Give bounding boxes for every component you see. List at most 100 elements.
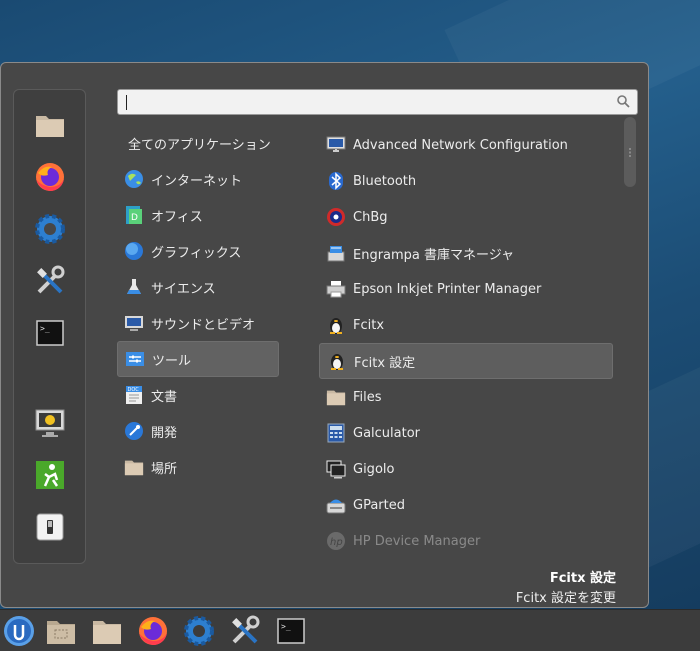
- calculator-icon: [326, 423, 346, 443]
- app-bluetooth[interactable]: Bluetooth: [319, 163, 613, 199]
- printer-icon: [326, 279, 346, 299]
- firefox-icon: [139, 617, 167, 645]
- app-galculator[interactable]: Galculator: [319, 415, 613, 451]
- search-icon: [617, 95, 630, 108]
- app-gigolo[interactable]: Gigolo: [319, 451, 613, 487]
- firefox-icon: [36, 163, 64, 191]
- app-label: ChBg: [353, 209, 388, 225]
- app-label: Fcitx: [353, 317, 385, 333]
- logout-icon: [36, 461, 64, 489]
- folder-icon: [326, 387, 346, 407]
- app-list-scrollbar[interactable]: [623, 115, 637, 565]
- panel-tools[interactable]: [228, 614, 262, 648]
- app-label: Engrampa 書庫マネージャ: [353, 247, 515, 263]
- app-gparted[interactable]: GParted: [319, 487, 613, 523]
- app-engrampa[interactable]: Engrampa 書庫マネージャ: [319, 235, 613, 271]
- selected-app-name: Fcitx 設定: [549, 571, 616, 586]
- app-label: GParted: [353, 497, 405, 513]
- category-office[interactable]: D オフィス: [117, 197, 279, 233]
- app-chbg[interactable]: ChBg: [319, 199, 613, 235]
- app-label: HP Device Manager: [353, 533, 481, 549]
- category-label: サウンドとビデオ: [151, 317, 256, 333]
- settings-gear-icon: [35, 214, 65, 244]
- bottom-panel: >_: [0, 609, 700, 651]
- penguin-icon: [326, 315, 346, 335]
- category-development[interactable]: 開発: [117, 413, 279, 449]
- gigolo-icon: [326, 459, 346, 479]
- fav-tools[interactable]: [31, 262, 69, 300]
- app-advanced-network-configuration[interactable]: Advanced Network Configuration: [319, 127, 613, 163]
- document-icon: DOC: [124, 385, 144, 405]
- show-desktop-icon: [47, 621, 75, 644]
- archive-icon: [326, 243, 346, 263]
- app-label: Galculator: [353, 425, 421, 441]
- panel-firefox[interactable]: [136, 614, 170, 648]
- category-documents[interactable]: DOC 文書: [117, 377, 279, 413]
- category-list: 全てのアプリケーション インターネット D オフィス グラフィックス サイエンス…: [117, 125, 279, 485]
- penguin-icon: [327, 351, 347, 371]
- category-label: グラフィックス: [151, 245, 242, 261]
- category-places[interactable]: 場所: [117, 449, 279, 485]
- development-icon: [124, 421, 144, 441]
- category-tools[interactable]: ツール: [117, 341, 279, 377]
- app-hp-device-manager[interactable]: hp HP Device Manager: [319, 523, 613, 559]
- app-fcitx[interactable]: Fcitx: [319, 307, 613, 343]
- app-files[interactable]: Files: [319, 379, 613, 415]
- folder-icon: [124, 457, 144, 477]
- category-label: 場所: [151, 461, 178, 477]
- category-label: 全てのアプリケーション: [128, 137, 271, 153]
- menu-button[interactable]: [2, 614, 36, 648]
- app-label: Gigolo: [353, 461, 395, 477]
- fav-lock-screen[interactable]: [31, 404, 69, 442]
- application-list: Advanced Network Configuration Bluetooth…: [319, 127, 613, 559]
- tools-icon: [125, 349, 145, 369]
- bluetooth-icon: [326, 171, 346, 191]
- science-icon: [124, 277, 144, 297]
- panel-terminal[interactable]: >_: [274, 614, 308, 648]
- fav-logout[interactable]: [31, 456, 69, 494]
- search-input[interactable]: [117, 89, 638, 115]
- multimedia-icon: [124, 313, 144, 333]
- selected-app-description: Fcitx 設定を変更: [515, 591, 616, 606]
- category-multimedia[interactable]: サウンドとビデオ: [117, 305, 279, 341]
- scrollbar-thumb[interactable]: [624, 117, 636, 187]
- svg-text:hp: hp: [330, 537, 343, 548]
- category-label: ツール: [152, 353, 192, 369]
- app-label: Advanced Network Configuration: [353, 137, 568, 153]
- category-graphics[interactable]: グラフィックス: [117, 233, 279, 269]
- panel-files[interactable]: [90, 614, 124, 648]
- fav-firefox[interactable]: [31, 158, 69, 196]
- chbg-icon: [326, 207, 346, 227]
- category-label: 開発: [151, 425, 178, 441]
- svg-text:>_: >_: [40, 324, 50, 333]
- app-epson-printer-manager[interactable]: Epson Inkjet Printer Manager: [319, 271, 613, 307]
- category-internet[interactable]: インターネット: [117, 161, 279, 197]
- fav-folder[interactable]: [31, 106, 69, 144]
- tools-icon: [37, 265, 65, 294]
- fav-shutdown[interactable]: [31, 508, 69, 546]
- office-icon: D: [124, 205, 144, 225]
- panel-settings[interactable]: [182, 614, 216, 648]
- category-all[interactable]: 全てのアプリケーション: [117, 125, 279, 161]
- fav-settings[interactable]: [31, 210, 69, 248]
- network-icon: [326, 135, 346, 155]
- application-menu: >_ 全てのアプリケーション インターネット D オフィス グラフィックス サイ…: [0, 62, 649, 608]
- show-desktop-button[interactable]: [44, 614, 78, 648]
- app-label: Bluetooth: [353, 173, 417, 189]
- app-fcitx-settings[interactable]: Fcitx 設定: [319, 343, 613, 379]
- gparted-icon: [326, 495, 346, 515]
- folder-icon: [36, 116, 64, 137]
- category-label: サイエンス: [151, 281, 216, 297]
- monitor-lock-icon: [35, 409, 65, 437]
- category-science[interactable]: サイエンス: [117, 269, 279, 305]
- category-label: 文書: [151, 389, 178, 405]
- settings-gear-icon: [184, 616, 214, 646]
- folder-icon: [93, 621, 121, 644]
- app-label: Epson Inkjet Printer Manager: [353, 281, 542, 297]
- fav-terminal[interactable]: >_: [31, 314, 69, 352]
- app-label: Fcitx 設定: [354, 355, 416, 371]
- category-label: オフィス: [151, 209, 203, 225]
- globe-icon: [124, 169, 144, 189]
- terminal-icon: >_: [277, 618, 305, 644]
- svg-text:>_: >_: [281, 622, 291, 631]
